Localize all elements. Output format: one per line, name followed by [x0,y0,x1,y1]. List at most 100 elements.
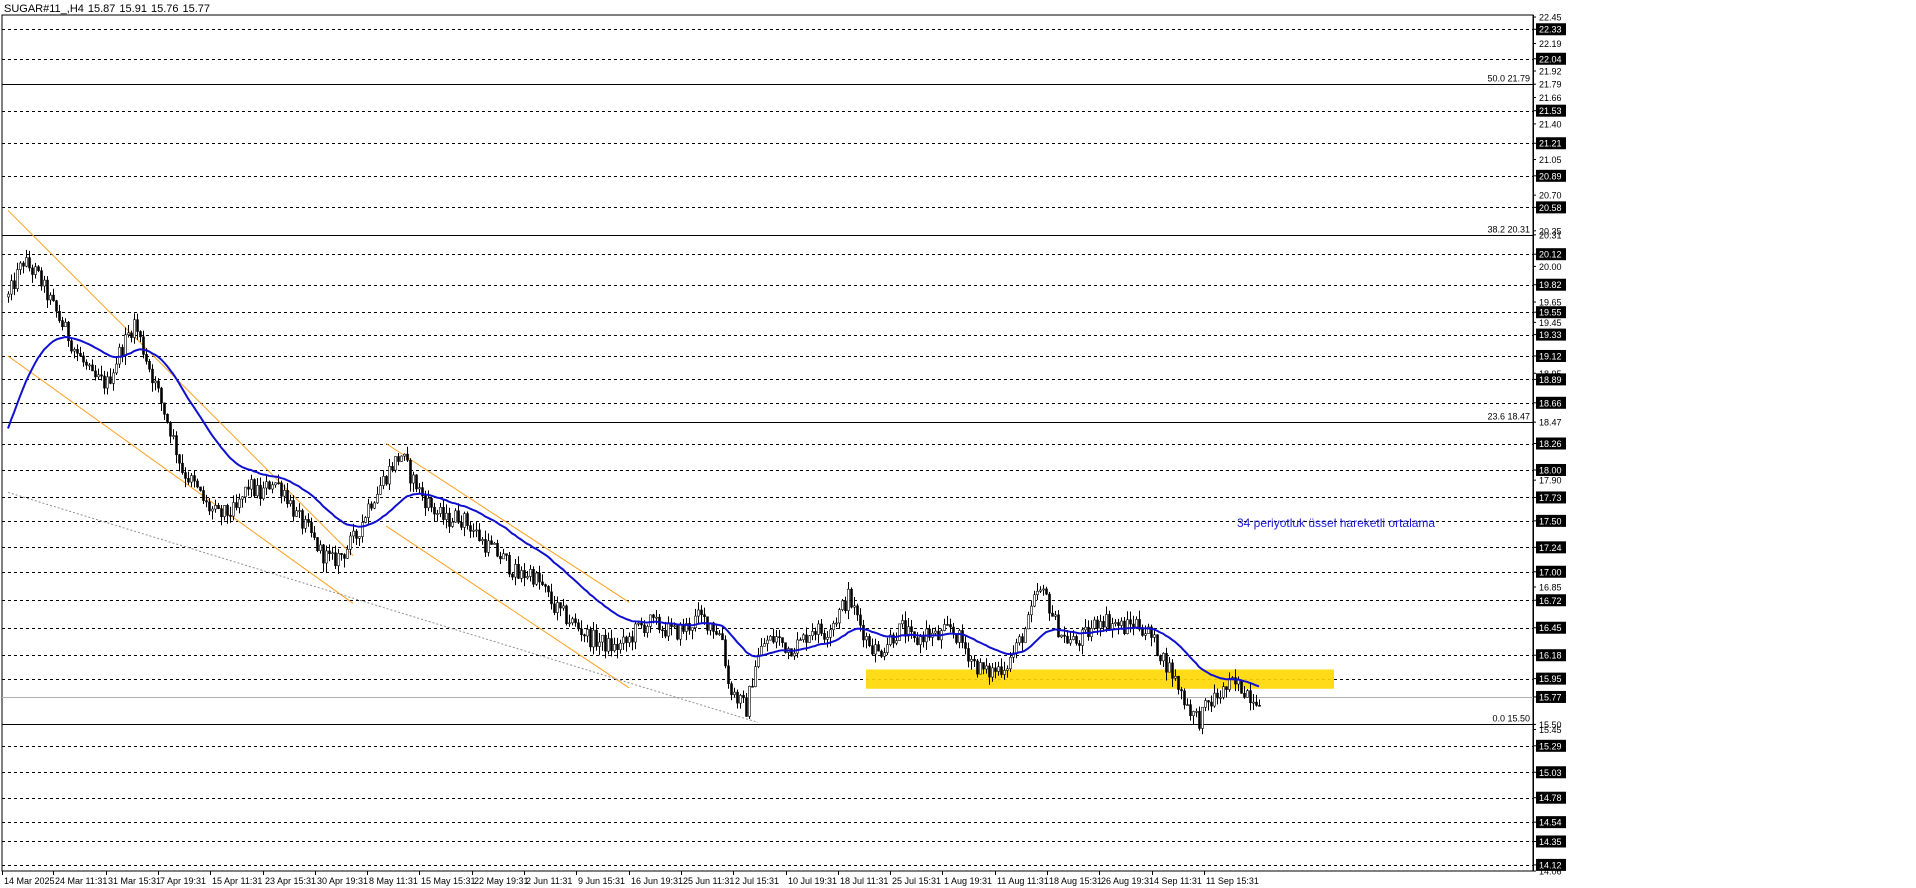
candle-body [649,614,652,627]
candle-body [1225,686,1228,690]
candle-body [187,478,190,483]
candle-body [1213,692,1216,707]
candle-body [199,486,202,491]
candle-body [1201,706,1204,729]
candle-body [13,280,16,289]
price-tick-label: 21.92 [1539,66,1562,76]
candle-body [169,422,172,437]
candle-body [964,642,967,649]
candle-body [379,485,382,495]
candle-body [967,648,970,662]
candle-body [1063,634,1066,637]
candle-body [448,512,451,527]
candle-body [256,485,259,497]
price-chart[interactable]: 50.0 21.7938.2 20.3123.6 18.470.0 15.50 … [0,0,1916,888]
candle-body [298,510,301,512]
candle-body [310,522,313,534]
candle-body [1072,636,1075,640]
candle-body [910,626,913,633]
candle-body [388,466,391,485]
candle-body [343,554,346,559]
time-tick-label: 15 May 15:31 [421,876,476,886]
candle-body [1054,614,1057,617]
candle-body [1243,692,1246,698]
candle-body [484,539,487,553]
candle-body [586,629,589,637]
price-tick-label: 22.33 [1539,25,1562,35]
candle-body [520,570,523,579]
candle-body [556,602,559,613]
candle-body [151,368,154,384]
price-tick-label: 19.12 [1539,351,1562,361]
candle-body [1189,704,1192,717]
candle-body [652,614,655,618]
candle-body [763,643,766,647]
candle-body [613,644,616,651]
candle-body [358,536,361,539]
candle-body [847,588,850,611]
candle-body [961,630,964,643]
candle-body [349,535,352,550]
candle-body [718,633,721,635]
candle-body [46,279,49,301]
candle-body [433,506,436,515]
candle-body [775,636,778,643]
candle-body [289,500,292,505]
candle-body [1039,589,1042,592]
candle-body [142,336,145,355]
candle-body [1144,633,1147,636]
candle-body [508,555,511,575]
candle-body [28,257,31,269]
candle-body [217,505,220,510]
candle-body [760,645,763,656]
candle-body [364,517,367,523]
candle-body [103,375,106,389]
candle-body [1078,643,1081,646]
price-tick-label: 19.65 [1539,298,1562,308]
candle-body [1120,620,1123,626]
candle-body [1102,621,1105,628]
candle-body [262,487,265,499]
candle-body [727,665,730,685]
candle-body [283,490,286,497]
candle-body [115,363,118,374]
price-tick-label: 21.66 [1539,93,1562,103]
price-tick-label: 16.45 [1539,623,1562,633]
candle-body [1123,620,1126,634]
candle-body [166,413,169,423]
candle-body [1042,588,1045,591]
candle-body [619,642,622,650]
candle-body [496,543,499,557]
candle-body [190,475,193,483]
candle-body [181,462,184,473]
candle-body [895,640,898,644]
candle-body [493,543,496,545]
candle-body [880,650,883,657]
price-tick-label: 18.89 [1539,375,1562,385]
candle-body [1057,614,1060,638]
candle-body [628,636,631,643]
candle-body [859,614,862,626]
candle-body [94,370,97,378]
candle-body [739,695,742,704]
support-zone [866,669,1334,689]
candle-body [1159,655,1162,662]
candle-body [1156,634,1159,656]
candle-body [43,279,46,287]
candle-body [319,544,322,551]
candle-body [109,376,112,384]
candle-body [832,623,835,631]
time-tick-label: 4 Sep 11:31 [1154,876,1202,886]
candle-body [871,645,874,655]
candle-body [838,609,841,624]
candle-body [601,634,604,643]
candle-body [22,262,25,267]
time-tick-label: 14 Mar 2025 [4,876,55,886]
candle-body [724,639,727,667]
candle-body [955,633,958,643]
candle-body [748,685,751,717]
candle-body [346,549,349,559]
candle-body [1006,668,1009,671]
candle-body [76,349,79,354]
candle-body [34,266,37,275]
